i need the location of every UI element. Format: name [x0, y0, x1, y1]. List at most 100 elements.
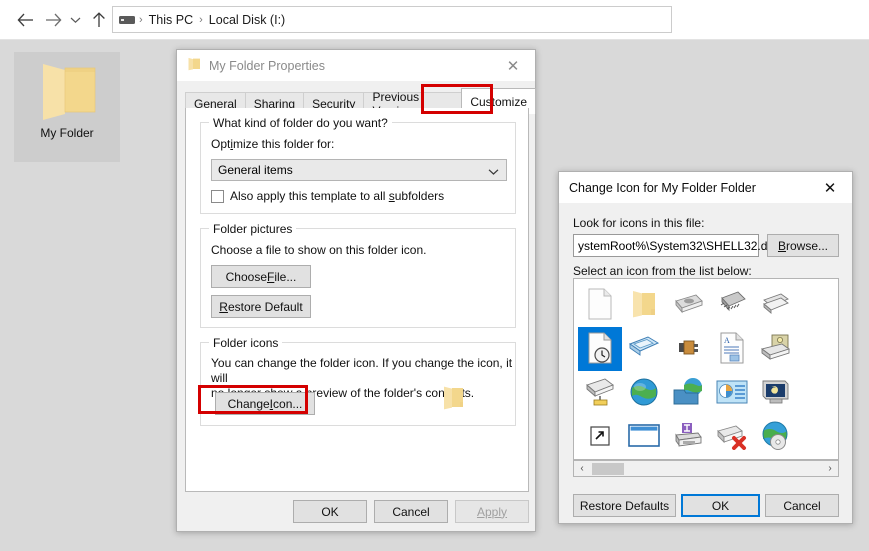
restore-default-post: estore Default — [227, 299, 303, 314]
properties-cancel-button[interactable]: Cancel — [374, 500, 448, 523]
forward-button[interactable] — [40, 8, 66, 32]
apply-sub-post: ubfolders — [394, 189, 445, 203]
window-icon — [628, 423, 660, 452]
icon-file-path-input[interactable]: ystemRoot%\System32\SHELL32.dll — [573, 234, 773, 257]
change-icon-title-text: Change Icon for My Folder Folder — [569, 180, 756, 195]
change-icon-ok-button[interactable]: OK — [681, 494, 760, 517]
icon-cell[interactable] — [578, 283, 622, 327]
icon-cell[interactable] — [622, 371, 666, 415]
folder-pictures-legend: Folder pictures — [209, 222, 297, 236]
scroll-left-arrow-icon[interactable]: ‹ — [574, 463, 590, 474]
icon-file-path-value: ystemRoot%\System32\SHELL32.dll — [578, 238, 773, 253]
plug-icon — [677, 336, 699, 363]
icon-list-scrollbar[interactable]: ‹ › — [573, 460, 839, 477]
recent-locations-button[interactable] — [66, 8, 84, 32]
apply-to-subfolders-checkbox[interactable] — [211, 189, 224, 203]
choose-file-post: ile... — [274, 269, 297, 284]
presentation-icon — [716, 379, 748, 408]
icon-cell[interactable]: A — [710, 327, 754, 371]
customize-tab-page: What kind of folder do you want? Optimiz… — [185, 108, 529, 492]
recent-document-icon — [586, 332, 614, 367]
floppy-drive-icon — [672, 291, 704, 320]
tab-customize-label: Customize — [470, 94, 527, 109]
folder-icon — [441, 385, 465, 414]
restore-default-acc: R — [219, 299, 228, 314]
icon-cell[interactable] — [666, 283, 710, 327]
optimize-label: Optimize this folder for: — [211, 137, 334, 151]
icon-cell[interactable] — [622, 327, 666, 371]
apply-to-subfolders-row[interactable]: Also apply this template to all subfolde… — [211, 189, 444, 203]
properties-title-bar[interactable]: My Folder Properties ✕ — [177, 50, 535, 82]
folder-pictures-description: Choose a file to show on this folder ico… — [211, 243, 427, 257]
properties-title-text: My Folder Properties — [209, 58, 326, 73]
icon-cell[interactable] — [622, 283, 666, 327]
arrow-up-icon — [92, 12, 106, 28]
globe-disc-icon — [761, 421, 791, 454]
change-icon-post: con... — [273, 396, 303, 411]
icon-cell[interactable] — [666, 327, 710, 371]
icon-cell[interactable] — [710, 371, 754, 415]
address-bar[interactable]: › This PC › Local Disk (I:) — [112, 6, 672, 33]
icon-cell[interactable] — [666, 415, 710, 459]
drive-key-icon — [760, 333, 792, 366]
optimize-label-post: mize this folder for: — [233, 137, 335, 151]
choose-file-pre: Choose — [225, 269, 267, 284]
folder-icons-legend: Folder icons — [209, 336, 283, 350]
close-icon[interactable]: ✕ — [491, 50, 535, 82]
icon-list[interactable]: A — [573, 278, 839, 460]
select-icon-label: Select an icon from the list below: — [573, 264, 752, 278]
icon-cell[interactable] — [710, 415, 754, 459]
apply-sub-pre: Also apply this template to all — [230, 189, 389, 203]
change-icon-button[interactable]: Change Icon... — [215, 392, 315, 415]
folder-icons-group: Folder icons You can change the folder i… — [200, 336, 516, 426]
up-button[interactable] — [86, 8, 112, 32]
icon-cell-selected[interactable] — [578, 327, 622, 371]
change-icon-cancel-button[interactable]: Cancel — [765, 494, 839, 517]
browse-post: rowse... — [786, 238, 829, 253]
desktop-folder-item[interactable]: My Folder — [14, 52, 120, 162]
icon-cell[interactable] — [578, 371, 622, 415]
icon-cell[interactable] — [666, 371, 710, 415]
icon-grid: A — [574, 279, 838, 450]
change-icon-title-bar[interactable]: Change Icon for My Folder Folder ✕ — [559, 172, 852, 204]
breadcrumb-local-disk[interactable]: Local Disk (I:) — [205, 13, 289, 27]
window-cascade-icon — [628, 334, 660, 365]
icon-cell[interactable] — [710, 283, 754, 327]
drive-icon — [119, 12, 135, 28]
properties-apply-text: Apply — [476, 504, 508, 519]
icon-cell[interactable] — [754, 371, 798, 415]
icon-cell[interactable] — [622, 415, 666, 459]
properties-cancel-label: Cancel — [392, 504, 430, 519]
folder-icon — [187, 57, 201, 74]
chevron-down-icon — [488, 165, 499, 179]
restore-defaults-button[interactable]: Restore Defaults — [573, 494, 676, 517]
restore-defaults-label: Restore Defaults — [579, 498, 670, 513]
breadcrumb-this-pc[interactable]: This PC — [145, 13, 197, 27]
change-icon-cancel-label: Cancel — [783, 498, 821, 513]
optimize-label-pre: Opt — [211, 137, 231, 151]
properties-ok-button[interactable]: OK — [293, 500, 367, 523]
change-icon-dialog: Change Icon for My Folder Folder ✕ Look … — [558, 171, 853, 524]
browse-button[interactable]: Browse... — [767, 234, 839, 257]
folder-type-legend: What kind of folder do you want? — [209, 116, 392, 130]
explorer-toolbar: › This PC › Local Disk (I:) — [0, 0, 869, 40]
icon-cell[interactable] — [754, 283, 798, 327]
icon-cell[interactable] — [754, 327, 798, 371]
close-icon[interactable]: ✕ — [808, 172, 852, 204]
scroll-right-arrow-icon[interactable]: › — [822, 463, 838, 474]
optimize-folder-combobox[interactable]: General items — [211, 159, 507, 181]
back-button[interactable] — [12, 8, 38, 32]
choose-file-button[interactable]: Choose File... — [211, 265, 311, 288]
icon-cell[interactable] — [578, 415, 622, 459]
folder-icon — [629, 289, 659, 322]
desktop-folder-label: My Folder — [40, 126, 94, 140]
choose-file-acc: F — [267, 269, 275, 284]
browse-acc: B — [777, 238, 786, 253]
icon-cell[interactable] — [754, 415, 798, 459]
restore-default-button[interactable]: Restore Default — [211, 295, 311, 318]
scrollbar-thumb[interactable] — [592, 463, 624, 475]
blank-document-icon — [586, 288, 614, 323]
network-folder-icon — [672, 377, 704, 410]
breadcrumb-separator-1: › — [139, 13, 143, 26]
disk-stack-icon — [761, 291, 791, 320]
